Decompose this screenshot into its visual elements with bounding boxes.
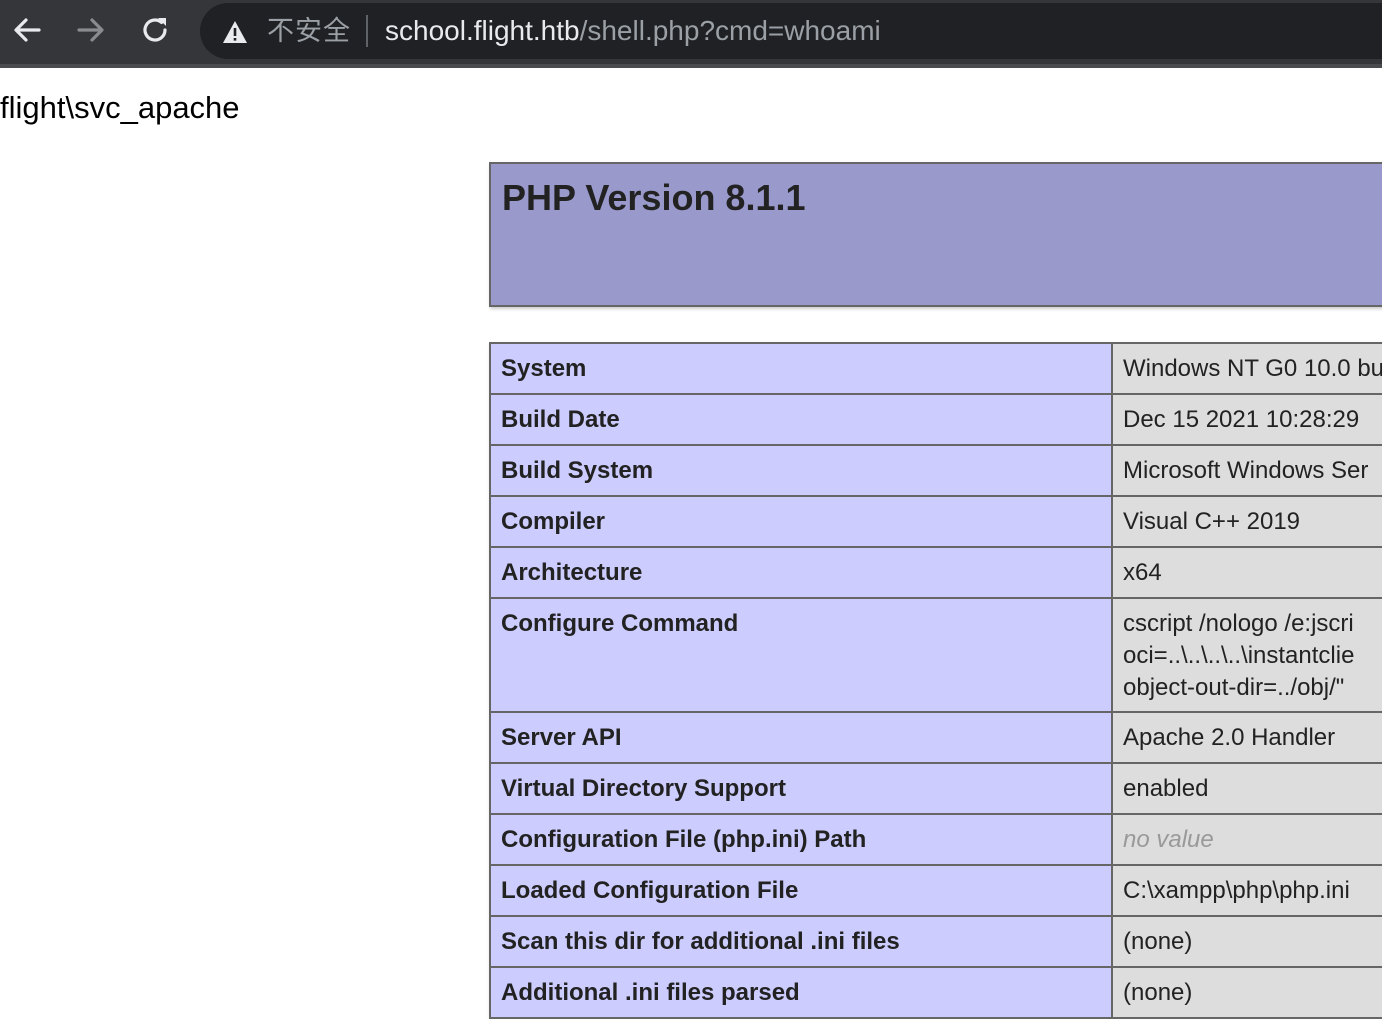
arrow-right-icon <box>77 18 104 42</box>
url-host: school.flight.htb <box>385 15 580 46</box>
omnibox-divider <box>366 15 368 47</box>
table-row: Architecture x64 <box>489 546 1382 599</box>
arrow-left-icon <box>14 18 41 42</box>
table-row: Virtual Directory Support enabled <box>489 762 1382 815</box>
row-value: (none) <box>1111 966 1382 1019</box>
row-value: no value <box>1111 813 1382 866</box>
row-value-line: cscript /nologo /e:jscri <box>1123 610 1354 637</box>
row-key: System <box>489 342 1113 395</box>
row-value: cscript /nologo /e:jscri oci=..\..\..\..\… <box>1111 597 1382 713</box>
table-row: Scan this dir for additional .ini files(… <box>489 915 1382 968</box>
row-key: Configuration File (php.ini) Path <box>489 813 1113 866</box>
address-bar[interactable]: 不安全 school.flight.htb/shell.php?cmd=whoa… <box>200 3 1382 59</box>
back-button[interactable] <box>7 10 47 50</box>
table-row: Build System Microsoft Windows Ser <box>489 444 1382 497</box>
phpinfo-table: System Windows NT G0 10.0 bu Build Date Dec… <box>489 342 1382 1019</box>
forward-button[interactable] <box>71 10 111 50</box>
table-row: System Windows NT G0 10.0 bu <box>489 342 1382 395</box>
row-value: Dec 15 2021 10:28:29 <box>1111 393 1382 446</box>
row-key: Server API <box>489 711 1113 764</box>
command-output: flight\svc_apache <box>0 90 240 125</box>
row-key: Virtual Directory Support <box>489 762 1113 815</box>
row-value: Microsoft Windows Ser <box>1111 444 1382 497</box>
row-key: Architecture <box>489 546 1113 599</box>
table-row: Configuration File (php.ini) Path no valu… <box>489 813 1382 866</box>
table-row: Build Date Dec 15 2021 10:28:29 <box>489 393 1382 446</box>
row-key: Scan this dir for additional .ini files <box>489 915 1113 968</box>
table-row: Compiler Visual C++ 2019 <box>489 495 1382 548</box>
url-path: /shell.php?cmd=whoami <box>579 15 881 46</box>
row-key: Additional .ini files parsed <box>489 966 1113 1019</box>
row-key: Build System <box>489 444 1113 497</box>
row-value: Windows NT G0 10.0 bu <box>1111 342 1382 395</box>
warning-triangle-icon[interactable] <box>222 20 248 44</box>
phpinfo-header: PHP Version 8.1.1 <box>489 162 1382 307</box>
row-value: Visual C++ 2019 <box>1111 495 1382 548</box>
url-text[interactable]: school.flight.htb/shell.php?cmd=whoami <box>385 14 881 48</box>
table-row: Configure Command cscript /nologo /e:jscr… <box>489 597 1382 713</box>
row-value-line: object-out-dir=../obj/" <box>1123 674 1345 701</box>
table-row: Additional .ini files parsed (none) <box>489 966 1382 1019</box>
security-status-label[interactable]: 不安全 <box>267 15 351 47</box>
row-key: Compiler <box>489 495 1113 548</box>
table-row: Server API Apache 2.0 Handler <box>489 711 1382 764</box>
php-version-title: PHP Version 8.1.1 <box>502 177 806 218</box>
reload-button[interactable] <box>135 10 175 50</box>
browser-toolbar: 不安全 school.flight.htb/shell.php?cmd=whoa… <box>0 0 1382 68</box>
row-key: Build Date <box>489 393 1113 446</box>
row-key: Loaded Configuration File <box>489 864 1113 917</box>
row-key: Configure Command <box>489 597 1113 713</box>
table-row: Loaded Configuration File C:\xampp\php\ph… <box>489 864 1382 917</box>
row-value: (none) <box>1111 915 1382 968</box>
row-value-line: oci=..\..\..\..\instantclie <box>1123 642 1355 669</box>
row-value: C:\xampp\php\php.ini <box>1111 864 1382 917</box>
row-value: Apache 2.0 Handler <box>1111 711 1382 764</box>
row-value: x64 <box>1111 546 1382 599</box>
reload-icon <box>143 18 167 42</box>
row-value: enabled <box>1111 762 1382 815</box>
